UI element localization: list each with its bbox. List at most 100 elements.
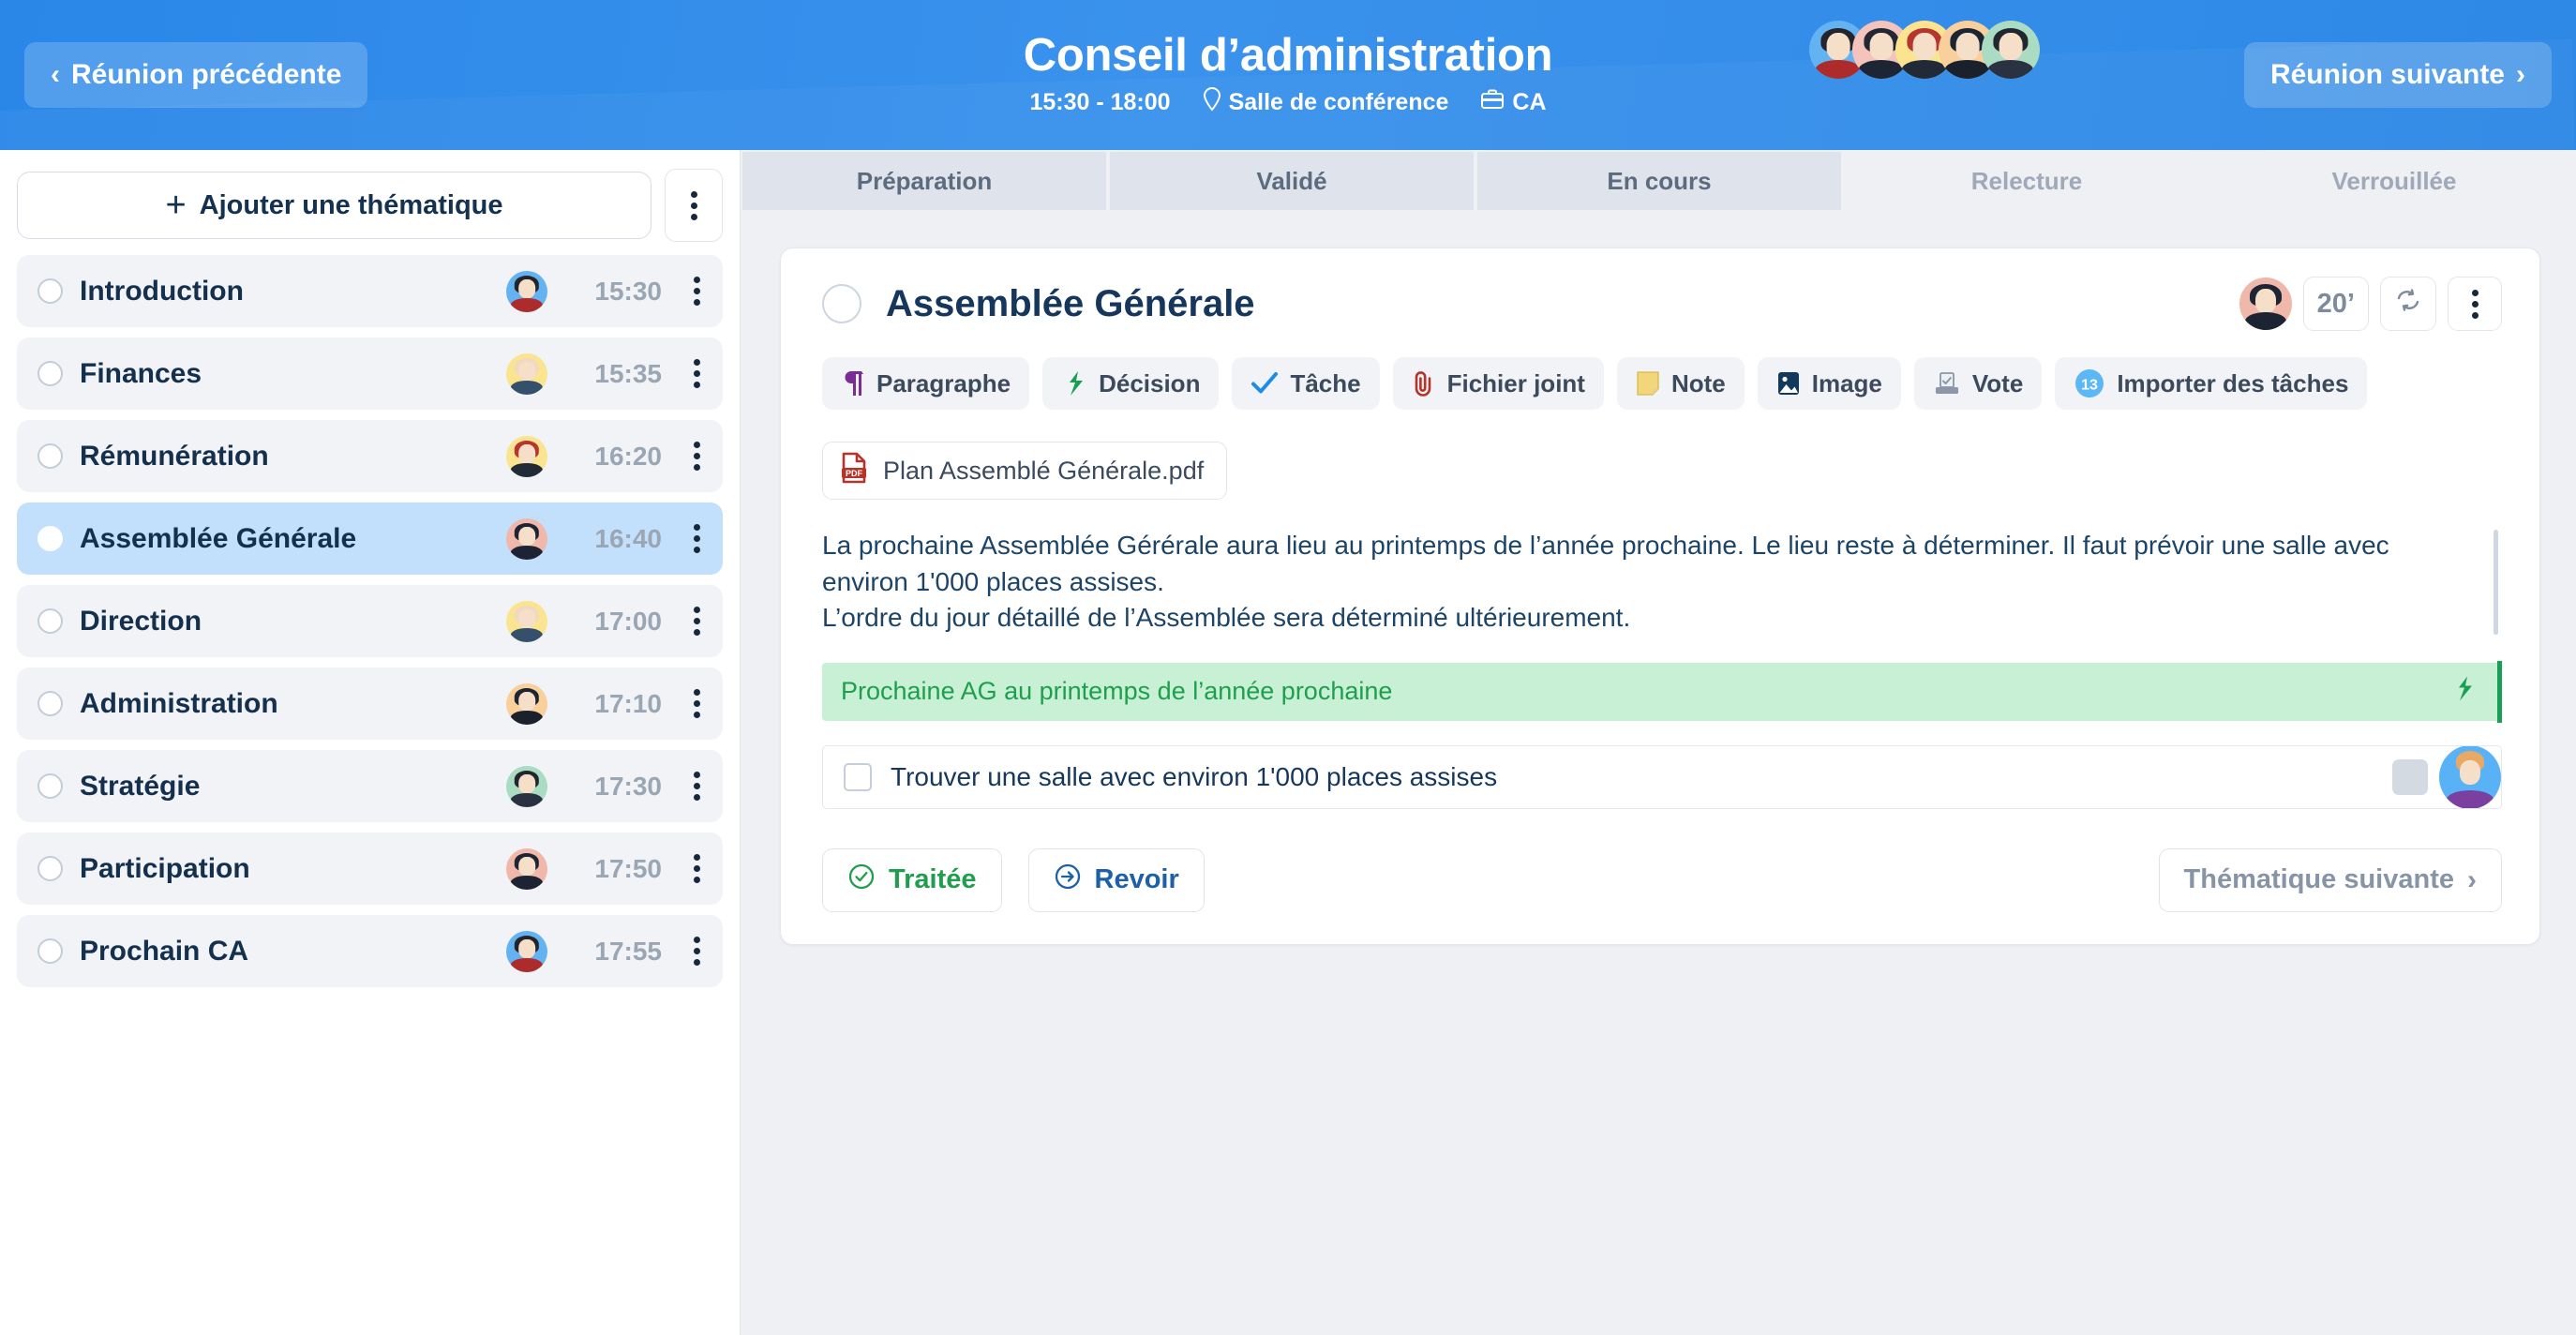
topic-time: 16:20 xyxy=(594,441,662,471)
card-menu-button[interactable] xyxy=(2448,277,2502,331)
topic-owner-avatar[interactable] xyxy=(506,848,547,890)
topic-owner-avatar[interactable] xyxy=(506,682,547,725)
svg-text:PDF: PDF xyxy=(846,469,863,478)
sidebar-header: + Ajouter une thématique xyxy=(17,169,723,242)
insert-t-che-button[interactable]: Tâche xyxy=(1232,357,1380,410)
topic-owner-avatar[interactable] xyxy=(506,930,547,972)
insert-paragraphe-button[interactable]: Paragraphe xyxy=(822,357,1030,410)
decision-text: Prochaine AG au printemps de l’année pro… xyxy=(841,677,1393,706)
topic-status-radio[interactable] xyxy=(37,938,63,964)
paragraph-block[interactable]: La prochaine Assemblée Gérérale aura lie… xyxy=(822,528,2502,637)
topics-sidebar: + Ajouter une thématique Introduction 15:… xyxy=(0,150,741,1335)
topic-time: 17:50 xyxy=(594,853,662,883)
topic-menu-button[interactable] xyxy=(679,359,710,388)
task-assignee-avatar[interactable] xyxy=(2439,745,2501,808)
sidebar-topic-strat-gie[interactable]: Stratégie 17:30 xyxy=(17,750,723,822)
topic-status-radio[interactable] xyxy=(37,856,63,881)
insert-vote-button[interactable]: Vote xyxy=(1913,357,2043,410)
sidebar-topic-prochain-ca[interactable]: Prochain CA 17:55 xyxy=(17,915,723,987)
map-pin-icon xyxy=(1203,86,1221,118)
topic-status-radio[interactable] xyxy=(37,608,63,634)
topic-label: Assemblée Générale xyxy=(80,522,357,554)
topic-owner-avatar[interactable] xyxy=(506,765,547,807)
task-checkbox[interactable] xyxy=(844,762,872,791)
meeting-org: CA xyxy=(1480,88,1547,117)
topic-time: 17:30 xyxy=(594,771,662,801)
decision-accent-bar xyxy=(2497,660,2502,723)
topic-menu-button[interactable] xyxy=(679,937,710,966)
tab-relecture[interactable]: Relecture xyxy=(1845,152,2209,210)
participant-avatar-group[interactable] xyxy=(1809,21,2040,79)
card-owner-avatar[interactable] xyxy=(2239,278,2292,330)
sidebar-topic-administration[interactable]: Administration 17:10 xyxy=(17,668,723,740)
add-topic-label: Ajouter une thématique xyxy=(199,189,503,220)
topic-owner-avatar[interactable] xyxy=(506,435,547,477)
paragraph-text: La prochaine Assemblée Gérérale aura lie… xyxy=(822,528,2464,637)
sidebar-topic-finances[interactable]: Finances 15:35 xyxy=(17,338,723,410)
insert-note-button[interactable]: Note xyxy=(1616,357,1745,410)
tab-en-cours[interactable]: En cours xyxy=(1477,152,1841,210)
task-row[interactable]: Trouver une salle avec environ 1'000 pla… xyxy=(822,744,2502,809)
topic-menu-button[interactable] xyxy=(679,689,710,718)
topic-menu-button[interactable] xyxy=(679,524,710,553)
topic-menu-button[interactable] xyxy=(679,277,710,306)
paragraph-scrollbar[interactable] xyxy=(2494,530,2498,635)
paragraph-line-2: L’ordre du jour détaillé de l’Assemblée … xyxy=(822,603,1631,633)
topic-time: 15:35 xyxy=(594,358,662,388)
sidebar-menu-button[interactable] xyxy=(665,169,723,242)
card-header-controls: 20’ xyxy=(2239,277,2502,331)
next-meeting-button[interactable]: Réunion suivante › xyxy=(2243,42,2552,108)
insert-fichier-joint-button[interactable]: Fichier joint xyxy=(1392,357,1604,410)
topic-menu-button[interactable] xyxy=(679,854,710,883)
next-topic-button[interactable]: Thématique suivante › xyxy=(2158,848,2502,912)
card-status-radio[interactable] xyxy=(822,284,861,323)
insert-image-button[interactable]: Image xyxy=(1757,357,1901,410)
topic-status-radio[interactable] xyxy=(37,526,63,551)
card-area: Assemblée Générale 20’ Paragraphe Décisi… xyxy=(741,210,2576,945)
sidebar-topic-introduction[interactable]: Introduction 15:30 xyxy=(17,255,723,327)
topic-owner-avatar[interactable] xyxy=(506,270,547,312)
topic-status-radio[interactable] xyxy=(37,691,63,716)
sidebar-topic-r-mun-ration[interactable]: Rémunération 16:20 xyxy=(17,420,723,492)
briefcase-icon xyxy=(1480,88,1505,117)
participant-avatar-5[interactable] xyxy=(1982,21,2040,79)
topic-status-radio[interactable] xyxy=(37,278,63,304)
topic-owner-avatar[interactable] xyxy=(506,600,547,642)
topic-owner-avatar[interactable] xyxy=(506,352,547,395)
mark-done-button[interactable]: Traitée xyxy=(822,848,1002,912)
topic-menu-button[interactable] xyxy=(679,607,710,636)
tab-valid-[interactable]: Validé xyxy=(1110,152,1474,210)
svg-text:13: 13 xyxy=(2081,378,2098,394)
insert-button-label: Image xyxy=(1811,368,1882,398)
topic-menu-button[interactable] xyxy=(679,772,710,801)
topic-owner-avatar[interactable] xyxy=(506,518,547,560)
meeting-title-block: Conseil d’administration 15:30 - 18:00 S… xyxy=(0,0,2576,150)
meeting-time: 15:30 - 18:00 xyxy=(1029,88,1171,115)
refresh-button[interactable] xyxy=(2380,277,2436,331)
task-label: Trouver une salle avec environ 1'000 pla… xyxy=(891,761,1498,791)
insert-importer-des-t-ches-button[interactable]: 13 Importer des tâches xyxy=(2055,357,2368,410)
check-circle-icon xyxy=(847,862,876,898)
topic-status-radio[interactable] xyxy=(37,773,63,799)
previous-meeting-button[interactable]: ‹ Réunion précédente xyxy=(24,42,368,108)
sidebar-topic-direction[interactable]: Direction 17:00 xyxy=(17,585,723,657)
task-placeholder-chip xyxy=(2392,758,2428,795)
sidebar-topic-participation[interactable]: Participation 17:50 xyxy=(17,832,723,905)
topic-status-radio[interactable] xyxy=(37,361,63,386)
sidebar-topic-assembl-e-g-n-rale[interactable]: Assemblée Générale 16:40 xyxy=(17,502,723,575)
review-button[interactable]: Revoir xyxy=(1027,848,1205,912)
decision-block[interactable]: Prochaine AG au printemps de l’année pro… xyxy=(822,660,2502,723)
card-header: Assemblée Générale 20’ xyxy=(822,277,2502,331)
tab-pr-paration[interactable]: Préparation xyxy=(742,152,1106,210)
insert-d-cision-button[interactable]: Décision xyxy=(1042,357,1220,410)
meeting-location: Salle de conférence xyxy=(1203,86,1448,118)
duration-badge[interactable]: 20’ xyxy=(2302,277,2369,331)
topic-menu-button[interactable] xyxy=(679,442,710,471)
insert-button-label: Note xyxy=(1670,368,1726,398)
insert-button-label: Vote xyxy=(1971,368,2024,398)
attachment-chip[interactable]: PDF Plan Assemblé Générale.pdf xyxy=(822,442,1228,500)
tab-verrouill-e[interactable]: Verrouillée xyxy=(2212,152,2576,210)
topic-status-radio[interactable] xyxy=(37,443,63,469)
check-icon xyxy=(1251,370,1279,397)
add-topic-button[interactable]: + Ajouter une thématique xyxy=(17,172,651,239)
